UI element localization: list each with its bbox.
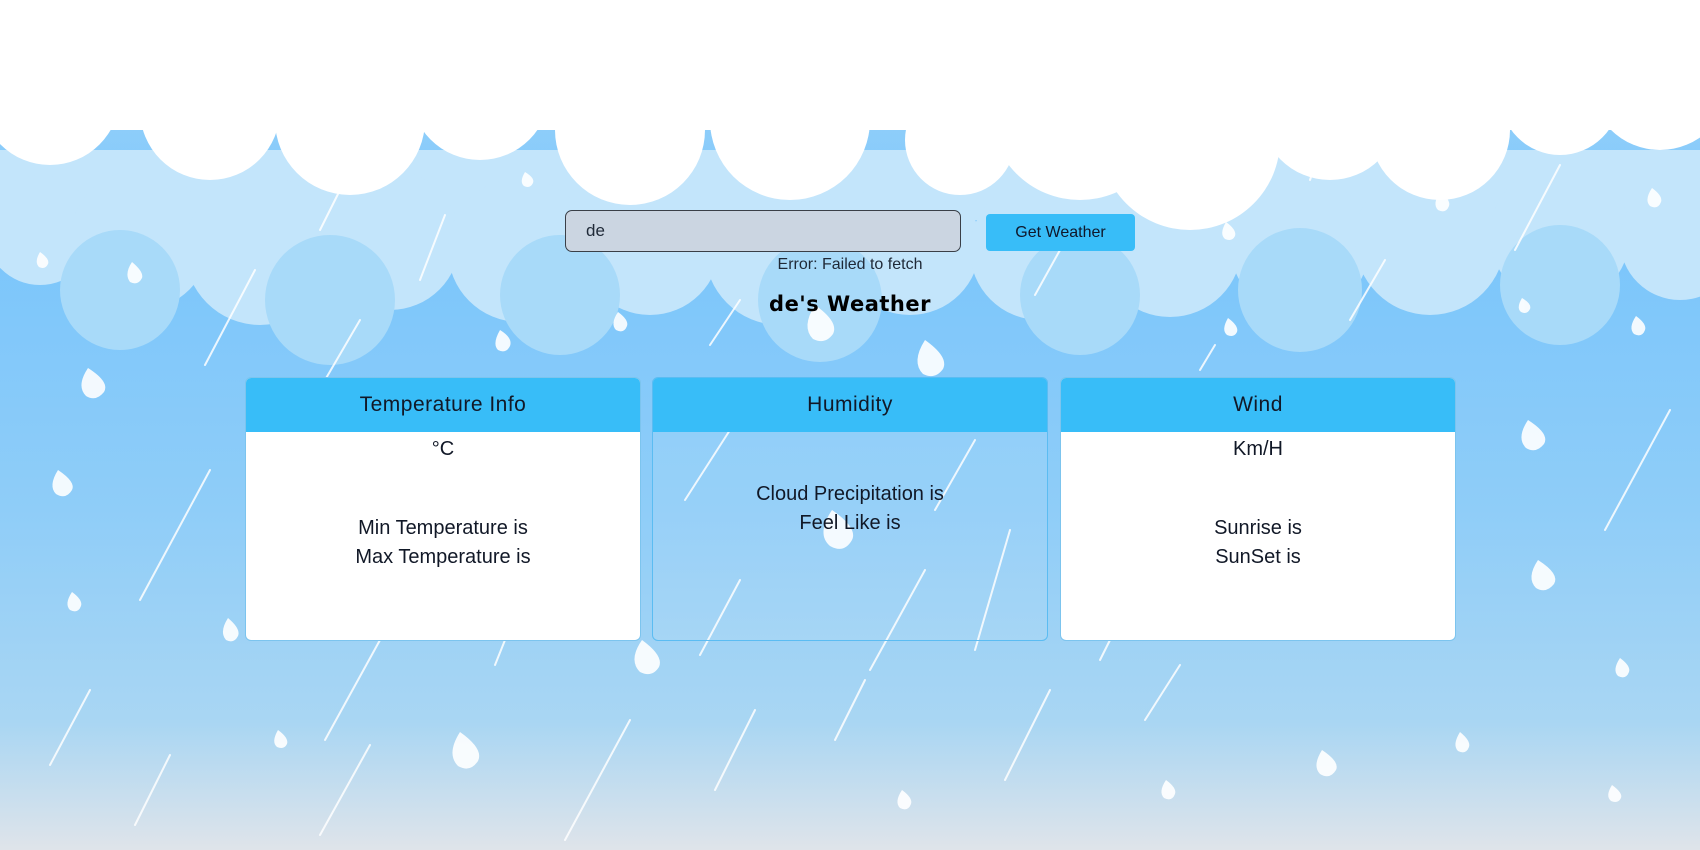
feels-like-label: Feel Like is [799,512,901,534]
cloud-precipitation-label: Cloud Precipitation is [756,483,944,505]
sunset-label: SunSet is [1215,546,1301,568]
sunrise-label: Sunrise is [1214,517,1302,539]
temperature-value: °C [431,438,455,460]
city-search-input[interactable] [565,210,961,252]
wind-speed-value: Km/H [1233,438,1283,460]
humidity-card-header: Humidity [653,378,1047,432]
error-message: Error: Failed to fetch [777,256,923,273]
get-weather-button[interactable]: Get Weather [986,214,1135,251]
temperature-card-header: Temperature Info [246,378,640,432]
wind-card: Wind Km/H Sunrise is SunSet is [1060,377,1456,641]
search-bar: Get Weather [565,210,1135,254]
humidity-card: Humidity Cloud Precipitation is Feel Lik… [652,377,1048,641]
weather-title: de's Weather [769,292,931,316]
min-temperature-label: Min Temperature is [358,517,528,539]
temperature-card: Temperature Info °C Min Temperature is M… [245,377,641,641]
max-temperature-label: Max Temperature is [355,546,531,568]
wind-card-header: Wind [1061,378,1455,432]
